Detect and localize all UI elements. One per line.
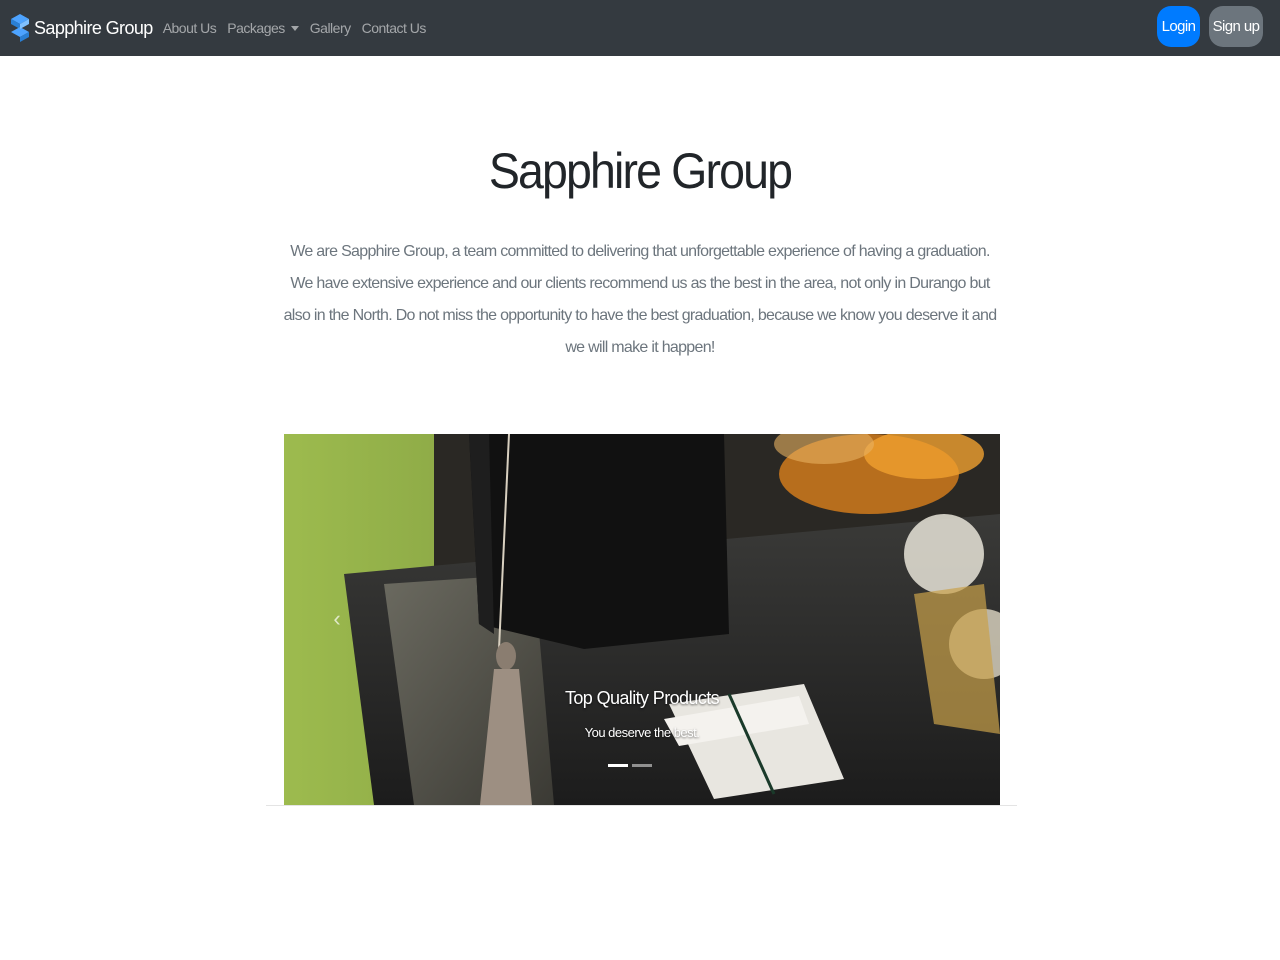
carousel-indicator-2[interactable]	[632, 764, 652, 767]
carousel-caption-text: You deserve the best.	[584, 725, 700, 740]
page-title: Sapphire Group	[488, 143, 793, 199]
nav-packages-label: Packages	[227, 20, 285, 36]
graduation-cap-photo	[284, 434, 1000, 805]
brand-link[interactable]: Sapphire Group	[10, 12, 153, 44]
carousel-indicator-1[interactable]	[608, 764, 628, 767]
brand-name: Sapphire Group	[34, 17, 153, 38]
nav-packages-dropdown[interactable]: Packages	[227, 20, 299, 36]
hero-description: We are Sapphire Group, a team committed …	[283, 243, 998, 356]
nav-contact-us[interactable]: Contact Us	[362, 20, 427, 36]
image-carousel[interactable]: ‹ Top Quality Products You deserve the b…	[284, 434, 1000, 805]
chevron-left-icon: ‹	[333, 606, 341, 631]
carousel-indicators	[608, 764, 656, 767]
carousel-caption-title: Top Quality Products	[564, 688, 720, 708]
carousel-prev-button[interactable]: ‹	[322, 599, 352, 639]
signup-button[interactable]: Sign up	[1209, 6, 1263, 47]
login-button[interactable]: Login	[1157, 6, 1200, 47]
caret-down-icon	[290, 26, 299, 31]
carousel-section: ‹ Top Quality Products You deserve the b…	[266, 433, 1017, 806]
nav-gallery[interactable]: Gallery	[310, 20, 351, 36]
sapphire-logo-icon	[11, 14, 29, 42]
nav-about-us[interactable]: About Us	[163, 20, 217, 36]
nav-links: About Us Packages Gallery Contact Us	[163, 20, 437, 36]
nav-actions: Login Sign up	[1157, 6, 1263, 47]
top-navbar: Sapphire Group About Us Packages Gallery…	[0, 0, 1280, 56]
